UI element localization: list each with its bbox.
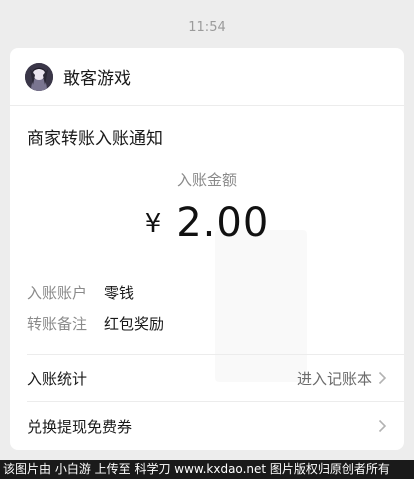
detail-key: 入账账户 xyxy=(27,284,88,302)
watermark-footer: 该图片由 小白游 上传至 科学刀 www.kxdao.net 图片版权归原创者所… xyxy=(0,460,414,479)
currency-symbol: ¥ xyxy=(144,209,163,239)
redeem-voucher-row[interactable]: 兑换提现免费券 xyxy=(10,403,404,449)
detail-row-remark: 转账备注 红包奖励 xyxy=(27,313,164,334)
avatar-image xyxy=(25,62,53,91)
notice-title: 商家转账入账通知 xyxy=(27,129,163,149)
amount-value: ¥2.00 xyxy=(10,200,404,246)
action-hint[interactable]: 进入记账本 xyxy=(297,368,372,389)
detail-value: 红包奖励 xyxy=(104,315,165,333)
detail-key: 转账备注 xyxy=(27,315,88,333)
entry-stats-row[interactable]: 入账统计 进入记账本 xyxy=(10,355,404,401)
message-timestamp: 11:54 xyxy=(188,20,226,35)
transfer-notice-card[interactable]: 敢客游戏 商家转账入账通知 入账金额 ¥2.00 入账账户 零钱 转账备注 红包… xyxy=(10,48,404,450)
sender-name: 敢客游戏 xyxy=(63,69,131,89)
chevron-right-icon xyxy=(378,419,387,433)
amount-number: 2.00 xyxy=(176,200,270,246)
detail-value: 零钱 xyxy=(104,284,135,302)
card-header[interactable]: 敢客游戏 xyxy=(10,48,404,106)
divider xyxy=(27,401,404,402)
action-label: 入账统计 xyxy=(27,369,88,388)
chevron-right-icon xyxy=(378,371,387,385)
amount-label: 入账金额 xyxy=(176,171,237,189)
action-label: 兑换提现免费券 xyxy=(27,417,133,436)
detail-row-account: 入账账户 零钱 xyxy=(27,282,134,303)
sender-avatar[interactable] xyxy=(25,62,53,91)
